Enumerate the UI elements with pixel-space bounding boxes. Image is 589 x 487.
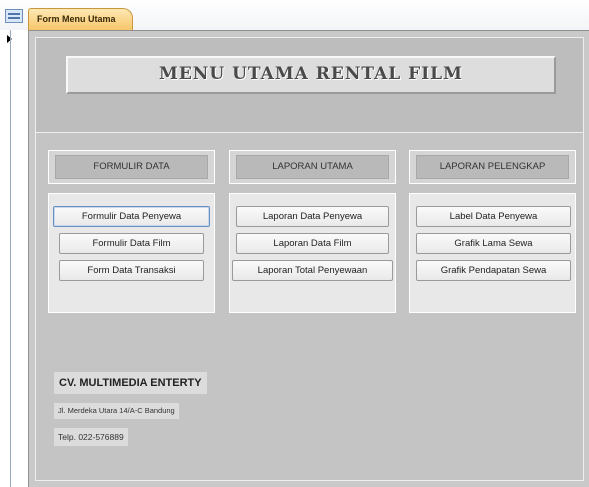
company-address: Jl. Merdeka Utara 14/A-C Bandung: [54, 403, 179, 419]
laporan-data-penyewa-button[interactable]: Laporan Data Penyewa: [236, 206, 389, 227]
laporan-utama-panel: Laporan Data Penyewa Laporan Data Film L…: [229, 193, 396, 313]
access-form-window: Form Menu Utama MENU UTAMA RENTAL FILM F…: [0, 0, 589, 487]
laporan-data-film-button[interactable]: Laporan Data Film: [236, 233, 389, 254]
formulir-data-header: FORMULIR DATA: [48, 150, 215, 184]
grafik-pendapatan-sewa-button[interactable]: Grafik Pendapatan Sewa: [416, 260, 571, 281]
formulir-data-penyewa-button[interactable]: Formulir Data Penyewa: [53, 206, 210, 227]
form-icon: [5, 9, 23, 23]
formulir-data-panel: Formulir Data Penyewa Formulir Data Film…: [48, 193, 215, 313]
record-selector-divider: [10, 30, 11, 487]
form-body: MENU UTAMA RENTAL FILM FORMULIR DATA For…: [28, 30, 589, 487]
laporan-utama-header-label: LAPORAN UTAMA: [236, 155, 389, 179]
formulir-data-header-label: FORMULIR DATA: [55, 155, 208, 179]
grafik-lama-sewa-button[interactable]: Grafik Lama Sewa: [416, 233, 571, 254]
laporan-total-penyewaan-button[interactable]: Laporan Total Penyewaan: [232, 260, 393, 281]
form-data-transaksi-button[interactable]: Form Data Transaksi: [59, 260, 204, 281]
laporan-pelengkap-header-label: LAPORAN PELENGKAP: [416, 155, 569, 179]
company-name: CV. MULTIMEDIA ENTERTY: [54, 372, 207, 394]
formulir-data-film-button[interactable]: Formulir Data Film: [59, 233, 204, 254]
tab-title: Form Menu Utama: [37, 14, 116, 24]
tab-form-menu-utama[interactable]: Form Menu Utama: [28, 8, 133, 30]
laporan-utama-header: LAPORAN UTAMA: [229, 150, 396, 184]
company-phone: Telp. 022-576889: [54, 428, 128, 446]
record-selector[interactable]: [0, 30, 28, 487]
laporan-pelengkap-header: LAPORAN PELENGKAP: [409, 150, 576, 184]
label-data-penyewa-button[interactable]: Label Data Penyewa: [416, 206, 571, 227]
form-detail-section: FORMULIR DATA Formulir Data Penyewa Form…: [35, 132, 584, 481]
laporan-pelengkap-panel: Label Data Penyewa Grafik Lama Sewa Graf…: [409, 193, 576, 313]
page-title: MENU UTAMA RENTAL FILM: [66, 56, 556, 94]
document-tab-bar: Form Menu Utama: [0, 0, 589, 30]
